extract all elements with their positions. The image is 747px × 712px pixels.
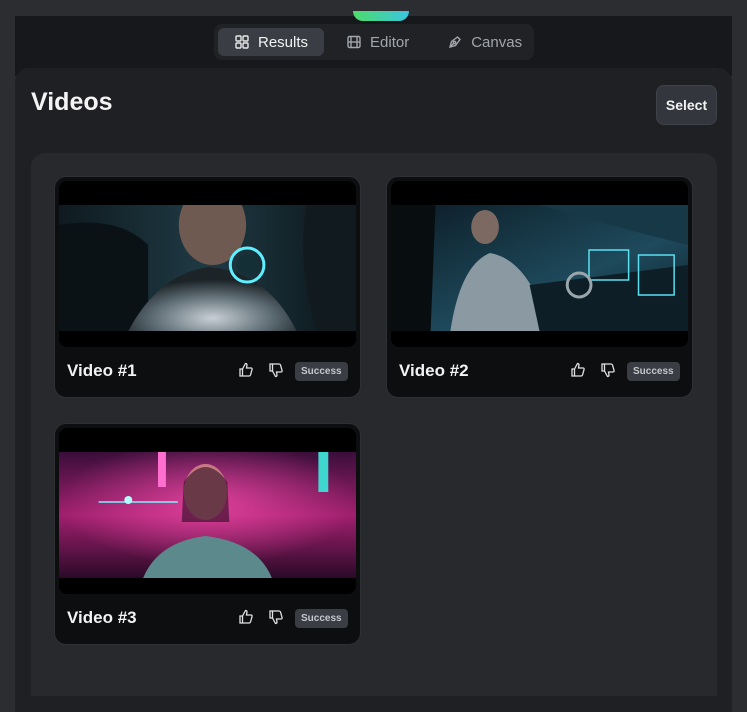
tab-results[interactable]: Results (218, 28, 325, 56)
pen-icon (449, 36, 462, 48)
video-card[interactable]: Video #3 Success (54, 423, 361, 645)
video-grid: Video #1 Success Video #2 Success Video … (31, 153, 717, 696)
status-badge: Success (295, 362, 348, 381)
status-badge: Success (627, 362, 680, 381)
accent-indicator (353, 11, 409, 21)
thumbs-up-icon[interactable] (569, 361, 587, 379)
page-title: Videos (31, 88, 113, 116)
video-card[interactable]: Video #2 Success (386, 176, 693, 398)
grid-icon (235, 35, 249, 49)
tab-editor[interactable]: Editor (330, 28, 425, 56)
video-thumbnail[interactable] (59, 428, 356, 594)
thumbs-up-icon[interactable] (237, 361, 255, 379)
thumbs-down-icon[interactable] (267, 608, 285, 626)
status-badge: Success (295, 609, 348, 628)
thumbs-up-icon[interactable] (237, 608, 255, 626)
tab-editor-label: Editor (370, 33, 410, 51)
video-thumbnail[interactable] (59, 181, 356, 347)
view-tabs: Results Editor Canvas (214, 24, 534, 60)
thumbs-down-icon[interactable] (599, 361, 617, 379)
tab-canvas[interactable]: Canvas (431, 28, 538, 56)
video-title: Video #3 (67, 608, 137, 627)
tab-canvas-label: Canvas (471, 33, 523, 51)
film-icon (347, 35, 361, 49)
thumbs-down-icon[interactable] (267, 361, 285, 379)
video-thumbnail[interactable] (391, 181, 688, 347)
video-title: Video #2 (399, 361, 469, 380)
video-card[interactable]: Video #1 Success (54, 176, 361, 398)
video-title: Video #1 (67, 361, 137, 380)
select-button[interactable]: Select (656, 85, 717, 125)
tab-results-label: Results (258, 33, 309, 51)
